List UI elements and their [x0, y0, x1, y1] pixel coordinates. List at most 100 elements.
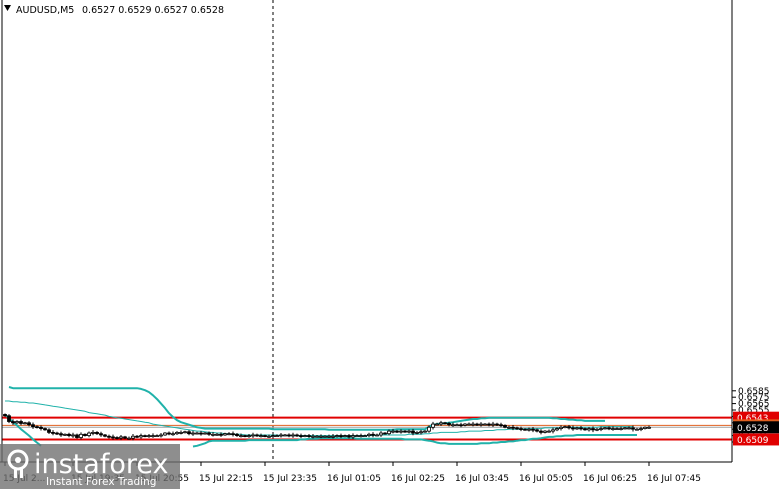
candle-body	[191, 432, 195, 435]
candle-body	[291, 434, 295, 437]
candle-body	[367, 433, 371, 437]
candle-body	[467, 423, 471, 426]
candle-body	[59, 433, 63, 436]
candle-body	[543, 430, 547, 433]
candle-body	[163, 432, 167, 436]
candle-body	[459, 424, 463, 427]
candle-body	[263, 435, 267, 438]
candle-body	[395, 430, 399, 433]
candle-body	[375, 434, 379, 437]
candle-body	[251, 434, 255, 437]
candle-body	[15, 421, 19, 424]
candle-body	[51, 431, 55, 434]
candle-body	[231, 433, 235, 436]
candle-body	[211, 433, 215, 436]
candle-body	[323, 435, 327, 438]
candlestick-chart[interactable]: 0.65850.65750.65650.65550.65450.65350.65…	[0, 0, 781, 489]
candle-body	[607, 427, 611, 430]
candle-body	[515, 427, 519, 430]
candle-body	[603, 427, 607, 430]
candle-body	[139, 435, 143, 438]
candle-body	[399, 430, 403, 433]
candle-body	[267, 435, 271, 438]
candle-body	[383, 432, 387, 435]
candle-body	[371, 433, 375, 436]
candle-body	[319, 435, 323, 438]
candle-body	[595, 428, 599, 431]
candle-body	[495, 423, 499, 426]
candle-body	[179, 431, 183, 434]
candle-body	[407, 430, 411, 433]
candle-body	[527, 428, 531, 431]
candle-body	[551, 429, 555, 432]
candle-body	[283, 434, 287, 437]
candle-body	[255, 434, 259, 437]
candle-body	[75, 434, 79, 438]
candle-body	[363, 435, 367, 438]
x-tick-label: 15 Jul 22:15	[199, 474, 253, 484]
candle-body	[123, 436, 127, 439]
candle-body	[619, 428, 623, 430]
x-tick-label: 16 Jul 03:45	[455, 474, 509, 484]
x-tick-label: 16 Jul 02:25	[391, 474, 445, 484]
current-price-badge: 0.6528	[737, 424, 769, 434]
candle-body	[351, 435, 355, 438]
candle-body	[555, 428, 559, 431]
candle-body	[471, 423, 475, 426]
candle-body	[567, 426, 571, 429]
candle-body	[259, 435, 263, 438]
candle-body	[623, 427, 627, 430]
candle-body	[423, 430, 427, 433]
candle-body	[443, 422, 447, 425]
ohlc-readout: 0.6527 0.6529 0.6527 0.6528	[82, 5, 224, 16]
candle-body	[23, 422, 27, 425]
candle-body	[327, 435, 331, 438]
candle	[503, 424, 507, 429]
symbol-label: AUDUSD,M5	[16, 5, 74, 16]
candle-body	[411, 430, 415, 434]
candle-body	[439, 422, 443, 425]
candle-body	[447, 423, 451, 426]
candle-body	[135, 435, 139, 438]
candle-body	[91, 431, 95, 434]
candle-body	[307, 435, 311, 438]
candle-body	[215, 433, 219, 436]
candle-body	[599, 428, 603, 430]
instaforex-watermark: instaforex Instant Forex Trading	[0, 444, 180, 489]
x-tick-label: 15 Jul 23:35	[263, 474, 317, 484]
candle-body	[639, 428, 643, 430]
candle-body	[295, 434, 299, 437]
candle-body	[335, 435, 339, 438]
candle-body	[583, 428, 587, 431]
candle-body	[355, 435, 359, 438]
candle-body	[539, 430, 543, 433]
candle-body	[151, 435, 155, 438]
candle-body	[3, 414, 7, 417]
candle-body	[19, 421, 23, 424]
candle-body	[99, 433, 103, 436]
candle-body	[455, 424, 459, 427]
candle-body	[55, 432, 59, 435]
chart-window[interactable]: 0.65850.65750.65650.65550.65450.65350.65…	[0, 0, 781, 489]
x-tick-label: 16 Jul 07:45	[647, 474, 701, 484]
candle-body	[499, 424, 503, 427]
candle-body	[487, 423, 491, 426]
candle-body	[379, 432, 383, 436]
candle-body	[83, 433, 87, 437]
candle-body	[147, 435, 151, 438]
candle-body	[523, 428, 527, 431]
candle-body	[483, 423, 487, 426]
candle-body	[43, 428, 47, 431]
candle-body	[491, 423, 495, 426]
candle-body	[415, 431, 419, 434]
candle-body	[187, 431, 191, 435]
candle-body	[403, 430, 407, 433]
candle-body	[511, 426, 515, 429]
candle-body	[347, 435, 351, 438]
candle-body	[299, 435, 303, 438]
candle-body	[451, 424, 455, 427]
chart-background	[0, 0, 781, 489]
candle-body	[31, 424, 35, 428]
candle-body	[203, 432, 207, 435]
x-tick-label: 16 Jul 06:25	[583, 474, 637, 484]
